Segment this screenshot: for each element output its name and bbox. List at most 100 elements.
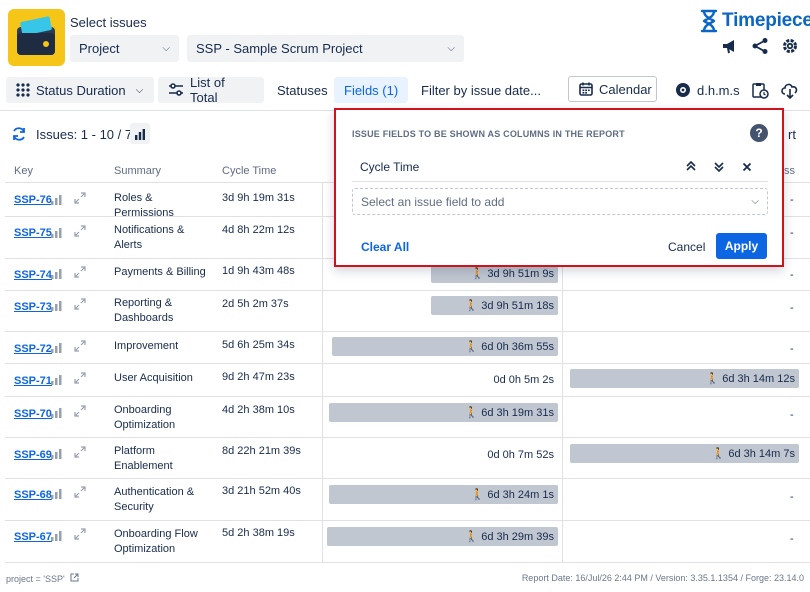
fields-button[interactable]: Fields (1) xyxy=(334,77,409,103)
summary-text: Onboarding Flow Optimization xyxy=(114,528,198,555)
cycle-time-value: 9d 2h 47m 23s xyxy=(222,371,295,383)
mini-chart-icon[interactable] xyxy=(51,486,62,504)
issue-key-link[interactable]: SSP-71 xyxy=(14,375,52,387)
expand-icon[interactable] xyxy=(74,339,86,357)
issue-key-link[interactable]: SSP-70 xyxy=(14,408,52,420)
expand-icon[interactable] xyxy=(74,485,86,503)
mini-chart-icon[interactable] xyxy=(51,266,62,284)
duration-bar-value: 6d 0h 36m 55s xyxy=(481,340,554,353)
duration-bar[interactable]: 🚶 3d 9h 51m 18s xyxy=(431,296,558,315)
mini-chart-icon[interactable] xyxy=(51,225,62,243)
expand-icon[interactable] xyxy=(74,527,86,545)
right-cell-value: - xyxy=(790,302,794,314)
duration-bar[interactable]: 🚶 6d 3h 24m 1s xyxy=(329,485,558,504)
duration-bar[interactable]: 🚶 6d 3h 29m 39s xyxy=(327,527,558,546)
issue-key-link[interactable]: SSP-68 xyxy=(14,489,52,501)
right-cell-value: - xyxy=(790,269,794,281)
duration-bar[interactable]: 🚶 6d 3h 19m 31s xyxy=(329,403,558,422)
expand-icon[interactable] xyxy=(74,265,86,283)
report-info: Report Date: 16/Jul/26 2:44 PM / Version… xyxy=(521,573,804,583)
footer-query: project = 'SSP' xyxy=(6,573,79,584)
chevron-down-icon: ⌵ xyxy=(162,43,170,54)
right-cell-value: - xyxy=(790,491,794,503)
statuses-button[interactable]: Statuses xyxy=(267,77,338,103)
sliders-icon xyxy=(168,83,184,97)
issue-key-link[interactable]: SSP-69 xyxy=(14,449,52,461)
walking-person-icon: 🚶 xyxy=(470,489,485,501)
expand-icon[interactable] xyxy=(74,445,86,463)
mini-chart-icon[interactable] xyxy=(51,405,62,423)
cycle-time-value: 1d 9h 43m 48s xyxy=(222,265,295,277)
hourglass-icon xyxy=(700,9,718,33)
issue-key-link[interactable]: SSP-75 xyxy=(14,227,52,239)
list-of-total-button[interactable]: List of Total xyxy=(158,75,264,105)
status-duration-button[interactable]: Status Duration ⌵ xyxy=(6,77,154,103)
col-header-cycle-time[interactable]: Cycle Time xyxy=(222,165,276,177)
clipboard-time-icon[interactable] xyxy=(749,79,771,101)
help-icon[interactable]: ? xyxy=(750,124,768,142)
project-select[interactable]: SSP - Sample Scrum Project ⌵ xyxy=(187,35,464,62)
walking-person-icon: 🚶 xyxy=(464,531,479,543)
share-icon[interactable] xyxy=(749,35,771,57)
brand-name: Timepiece xyxy=(722,10,810,31)
external-link-icon[interactable] xyxy=(70,573,79,584)
right-cell-value: - xyxy=(790,227,794,239)
mini-chart-icon[interactable] xyxy=(51,528,62,546)
cancel-button[interactable]: Cancel xyxy=(668,240,705,254)
duration-bar[interactable]: 🚶 6d 3h 14m 12s xyxy=(570,369,799,388)
cycle-time-value: 8d 22h 21m 39s xyxy=(222,445,301,457)
mini-chart-icon[interactable] xyxy=(51,298,62,316)
apply-button[interactable]: Apply xyxy=(716,233,767,259)
issue-key-link[interactable]: SSP-76 xyxy=(14,194,52,206)
app-logo xyxy=(8,9,65,66)
table-row: SSP-68 Authentication & Security 3d 21h … xyxy=(0,479,810,520)
right-cell-value: - xyxy=(790,343,794,355)
calendar-button[interactable]: Calendar xyxy=(568,76,657,102)
duration-bar-value: 6d 3h 14m 12s xyxy=(722,372,795,385)
refresh-icon[interactable] xyxy=(11,126,27,147)
duration-bar[interactable]: 🚶 6d 0h 36m 55s xyxy=(332,337,558,356)
summary-text: Reporting & Dashboards xyxy=(114,297,174,324)
eye-icon xyxy=(675,82,691,98)
expand-icon[interactable] xyxy=(74,224,86,242)
time-format-button[interactable]: d.h.m.s xyxy=(665,77,750,103)
duration-bar-value: 3d 9h 51m 9s xyxy=(487,267,554,280)
remove-field-icon[interactable] xyxy=(742,161,752,175)
issue-field-select-placeholder: Select an issue field to add xyxy=(361,194,505,209)
move-down-icon[interactable] xyxy=(714,161,724,175)
issue-key-link[interactable]: SSP-73 xyxy=(14,301,52,313)
walking-person-icon: 🚶 xyxy=(464,407,479,419)
clear-all-button[interactable]: Clear All xyxy=(361,240,409,254)
col-header-summary[interactable]: Summary xyxy=(114,165,161,177)
duration-bar-value: 3d 9h 51m 18s xyxy=(481,299,554,312)
calendar-icon xyxy=(579,82,593,96)
filter-by-date-button[interactable]: Filter by issue date... xyxy=(411,77,551,103)
expand-icon[interactable] xyxy=(74,371,86,389)
popup-title: ISSUE FIELDS TO BE SHOWN AS COLUMNS IN T… xyxy=(352,129,625,139)
mini-chart-icon[interactable] xyxy=(51,372,62,390)
issue-field-select[interactable]: Select an issue field to add ⌵ xyxy=(352,188,768,215)
summary-text: Payments & Billing xyxy=(114,266,206,278)
chart-toggle-button[interactable] xyxy=(130,123,150,144)
mini-chart-icon[interactable] xyxy=(51,340,62,358)
cloud-download-icon[interactable] xyxy=(779,79,801,101)
mini-chart-icon[interactable] xyxy=(51,446,62,464)
issue-key-link[interactable]: SSP-72 xyxy=(14,343,52,355)
mini-chart-icon[interactable] xyxy=(51,192,62,210)
cycle-time-value: 4d 8h 22m 12s xyxy=(222,224,295,236)
expand-icon[interactable] xyxy=(74,297,86,315)
move-up-icon[interactable] xyxy=(686,160,696,174)
filter-label: Filter by issue date... xyxy=(421,82,541,98)
grid-icon xyxy=(16,83,30,97)
announcement-icon[interactable] xyxy=(719,35,741,57)
summary-text: Notifications & Alerts xyxy=(114,224,185,251)
project-dropdown[interactable]: Project ⌵ xyxy=(70,35,179,62)
issue-key-link[interactable]: SSP-74 xyxy=(14,269,52,281)
expand-icon[interactable] xyxy=(74,404,86,422)
expand-icon[interactable] xyxy=(74,191,86,209)
brand: Timepiece xyxy=(699,9,810,33)
issue-key-link[interactable]: SSP-67 xyxy=(14,531,52,543)
duration-bar[interactable]: 🚶 6d 3h 14m 7s xyxy=(570,444,799,463)
settings-icon[interactable] xyxy=(779,35,801,57)
col-header-key[interactable]: Key xyxy=(14,165,33,177)
